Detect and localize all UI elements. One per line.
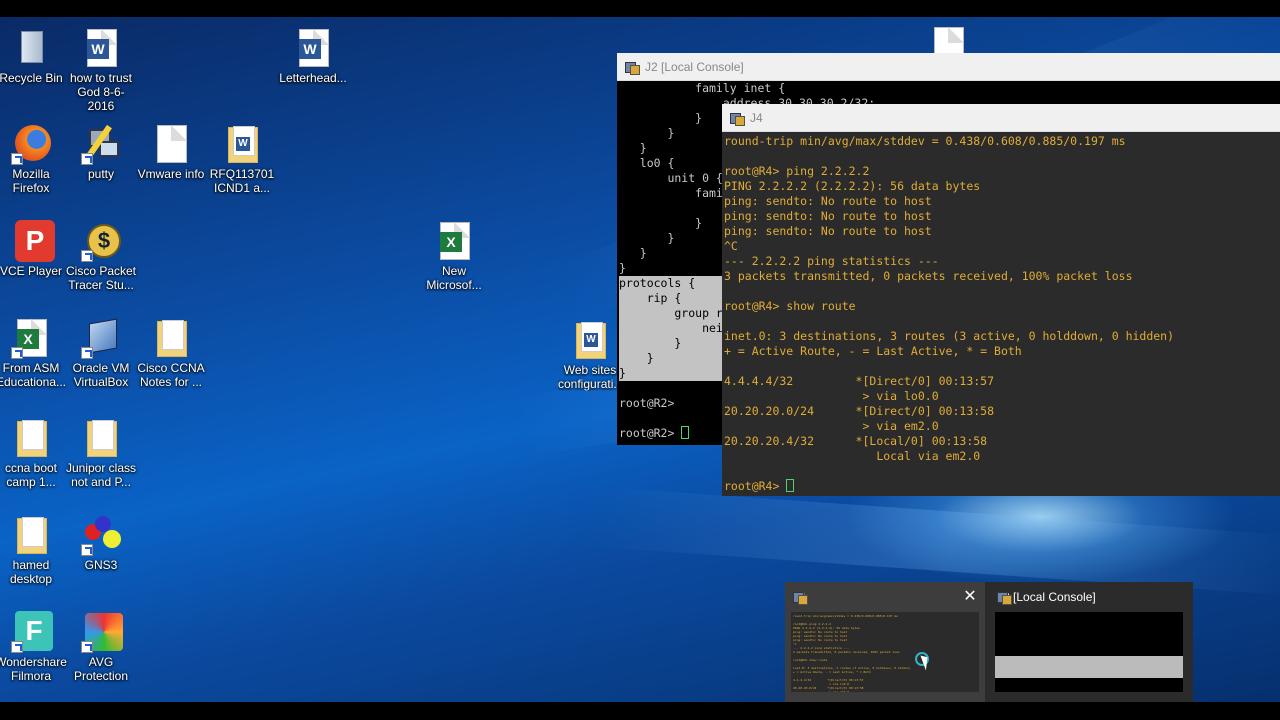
junipor-class-folder[interactable]: Junipor class not and P... bbox=[65, 417, 137, 489]
terminal-line: 4.4.4.4/32 *[Direct/0] 00:13:57 bbox=[724, 374, 995, 388]
asm-excel-shortcut[interactable]: X From ASM Educationa... bbox=[0, 317, 67, 389]
preview-j4[interactable]: J4 ✕ round-trip min/avg/max/stddev = 0.4… bbox=[785, 582, 985, 702]
cisco-ccna-notes[interactable]: Cisco CCNA Notes for ... bbox=[135, 317, 207, 389]
excel-document-icon: X bbox=[434, 220, 474, 262]
selected-line: neighbor em0.0; bbox=[619, 321, 806, 336]
terminal-line: 3 packets transmitted, 0 packets receive… bbox=[724, 269, 1133, 283]
terminal-cursor bbox=[681, 426, 690, 439]
letterhead-doc[interactable]: W Letterhead... bbox=[277, 27, 349, 85]
preview-j2-image bbox=[995, 612, 1183, 692]
folder-document-icon bbox=[151, 317, 191, 359]
terminal-line: --- 2.2.2.2 ping statistics --- bbox=[724, 254, 939, 268]
filmora-icon: F bbox=[11, 611, 53, 653]
gns3-shortcut[interactable]: GNS3 bbox=[65, 514, 137, 572]
gns3-icon bbox=[81, 514, 121, 556]
packet-tracer-icon: $ bbox=[81, 220, 121, 262]
terminal-line: ping: sendto: No route to host bbox=[724, 209, 932, 223]
selected-line: } bbox=[619, 366, 723, 381]
text-document-icon bbox=[151, 123, 191, 165]
excel-document-icon: X bbox=[11, 317, 51, 359]
selected-line: protocols { bbox=[619, 276, 723, 291]
hamed-desktop-folder[interactable]: hamed desktop bbox=[0, 514, 67, 586]
web-sites-config[interactable]: W Web sites configurati... bbox=[558, 319, 622, 391]
terminal-cursor bbox=[786, 479, 795, 492]
ccna-boot-camp-folder[interactable]: ccna boot camp 1... bbox=[0, 417, 67, 489]
terminal-line: > via em2.0 bbox=[724, 419, 939, 433]
putty-shortcut[interactable]: putty bbox=[65, 123, 137, 181]
terminal-line: ping: sendto: No route to host bbox=[724, 224, 932, 238]
selected-line: } bbox=[619, 351, 723, 366]
selected-line: rip { bbox=[619, 291, 723, 306]
terminal-line: ^C bbox=[724, 239, 738, 253]
terminal-prompt: root@R4> bbox=[724, 479, 1280, 494]
terminal-line: family inet { bbox=[619, 81, 786, 95]
recycle-bin-shortcut[interactable]: Recycle Bin bbox=[0, 27, 67, 85]
folder-icon bbox=[81, 417, 121, 459]
filmora-shortcut[interactable]: F Wondershare Filmora bbox=[0, 611, 67, 683]
word-document-icon: W bbox=[293, 27, 333, 69]
folder-document-icon: W bbox=[222, 123, 262, 165]
putty-icon bbox=[81, 123, 121, 165]
vce-player-shortcut[interactable]: P VCE Player bbox=[0, 220, 67, 278]
firefox-icon bbox=[11, 123, 51, 165]
selected-line: } bbox=[619, 336, 723, 351]
folder-icon bbox=[11, 417, 51, 459]
terminal-line: inet.0: 3 destinations, 3 routes (3 acti… bbox=[724, 329, 1175, 343]
new-microsoft-excel[interactable]: X New Microsof... bbox=[418, 220, 490, 292]
terminal-line: PING 2.2.2.2 (2.2.2.2): 56 data bytes bbox=[724, 179, 981, 193]
virtualbox-shortcut[interactable]: Oracle VM VirtualBox bbox=[65, 317, 137, 389]
putty-icon bbox=[625, 60, 640, 75]
word-document-icon: W bbox=[81, 27, 121, 69]
vmware-info-doc[interactable]: Vmware info bbox=[135, 123, 207, 181]
taskbar-preview-popup: J4 ✕ round-trip min/avg/max/stddev = 0.4… bbox=[785, 582, 1193, 702]
avg-shortcut[interactable]: AVG Protection bbox=[65, 611, 137, 683]
selected-line: group rip { bbox=[619, 306, 751, 321]
folder-document-icon: W bbox=[570, 319, 610, 361]
terminal-line: ping: sendto: No route to host bbox=[724, 194, 932, 208]
folder-icon bbox=[11, 514, 51, 556]
terminal-line: root@R4> ping 2.2.2.2 bbox=[724, 164, 870, 178]
j4-console-window[interactable]: J4 round-trip min/avg/max/stddev = 0.438… bbox=[722, 104, 1280, 496]
j4-titlebar[interactable]: J4 bbox=[722, 104, 1280, 132]
preview-j4-image: round-trip min/avg/max/stddev = 0.438/0.… bbox=[791, 612, 979, 692]
j4-title: J4 bbox=[750, 110, 763, 125]
terminal-line: 20.20.20.0/24 *[Direct/0] 00:13:58 bbox=[724, 404, 995, 418]
rfq-icnd1-doc[interactable]: W RFQ113701 ICND1 a... bbox=[206, 123, 278, 195]
vce-player-icon: P bbox=[11, 220, 55, 262]
firefox-shortcut[interactable]: Mozilla Firefox bbox=[0, 123, 67, 195]
j2-title: J2 [Local Console] bbox=[645, 59, 744, 74]
close-icon[interactable]: ✕ bbox=[961, 588, 979, 606]
avg-icon bbox=[81, 611, 123, 653]
terminal-line: Local via em2.0 bbox=[724, 449, 981, 463]
j2-titlebar[interactable]: J2 [Local Console] bbox=[617, 53, 1280, 81]
j4-terminal[interactable]: round-trip min/avg/max/stddev = 0.438/0.… bbox=[722, 132, 1280, 494]
virtualbox-icon bbox=[81, 317, 121, 359]
terminal-line: + = Active Route, - = Last Active, * = B… bbox=[724, 344, 1022, 358]
terminal-line: root@R4> show route bbox=[724, 299, 856, 313]
terminal-line: > via lo0.0 bbox=[724, 389, 939, 403]
preview-j2[interactable]: J2 [Local Console] bbox=[989, 582, 1193, 702]
terminal-line: 20.20.20.4/32 *[Local/0] 00:13:58 bbox=[724, 434, 988, 448]
terminal-line: round-trip min/avg/max/stddev = 0.438/0.… bbox=[724, 134, 1126, 148]
how-to-trust-god-doc[interactable]: W how to trust God 8-6-2016 bbox=[65, 27, 137, 113]
putty-icon bbox=[730, 111, 745, 126]
recycle-bin-icon bbox=[11, 27, 51, 69]
packet-tracer-shortcut[interactable]: $ Cisco Packet Tracer Stu... bbox=[65, 220, 137, 292]
